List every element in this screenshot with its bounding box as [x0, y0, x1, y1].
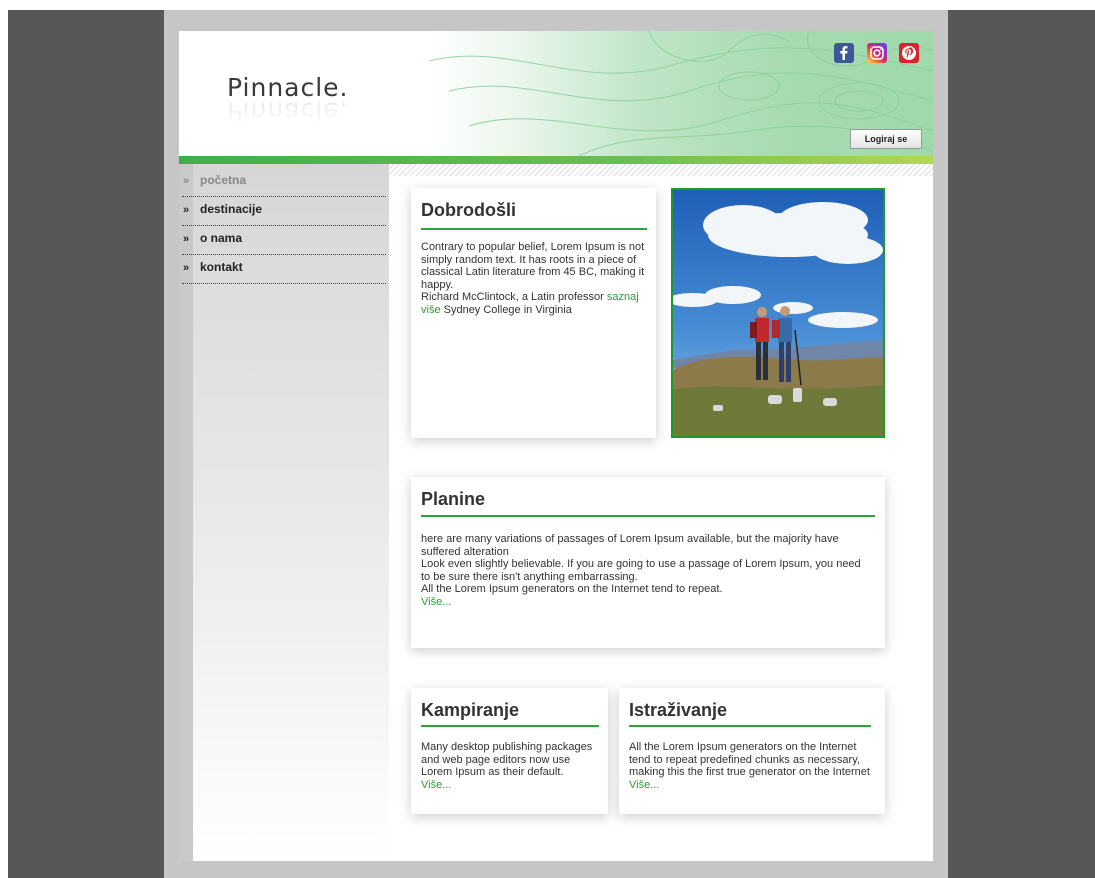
content-hatch-strip [389, 164, 933, 176]
planine-line-3: All the Lorem Ipsum generators on the In… [421, 583, 723, 595]
title-underline [421, 228, 647, 230]
title-underline [629, 725, 871, 727]
page-container: Pinnacle. Pinnacle. Logiraj se » početna [179, 31, 933, 861]
welcome-paragraph-2b: Sydney College in Virginia [440, 303, 572, 316]
planine-card: Planine here are many variations of pass… [411, 477, 885, 648]
kampiranje-text: Many desktop publishing packages and web… [421, 741, 603, 791]
nav-label: o nama [200, 231, 243, 245]
istrazivanje-paragraph: All the Lorem Ipsum generators on the In… [629, 741, 870, 778]
kampiranje-paragraph: Many desktop publishing packages and web… [421, 741, 593, 778]
title-underline [421, 725, 599, 727]
kampiranje-more-link[interactable]: Više... [421, 779, 451, 791]
planine-more-link[interactable]: Više... [421, 596, 451, 608]
nav-item-destinacije[interactable]: » destinacije [182, 197, 386, 226]
site-header: Pinnacle. Pinnacle. Logiraj se [179, 31, 933, 156]
istrazivanje-card: Istraživanje All the Lorem Ipsum generat… [619, 688, 885, 814]
istrazivanje-title: Istraživanje [629, 700, 728, 720]
welcome-paragraph-2a: Richard McClintock, a Latin professor [421, 291, 607, 303]
nav-arrow-icon: » [183, 262, 190, 274]
nav-item-pocetna[interactable]: » početna [182, 168, 386, 197]
planine-title: Planine [421, 489, 486, 509]
planine-text: here are many variations of passages of … [421, 533, 871, 608]
welcome-title: Dobrodošli [421, 200, 516, 220]
istrazivanje-more-link[interactable]: Više... [629, 779, 659, 791]
welcome-text: Contrary to popular belief, Lorem Ipsum … [421, 241, 651, 316]
title-underline [421, 515, 875, 517]
kampiranje-card: Kampiranje Many desktop publishing packa… [411, 688, 608, 814]
planine-line-2: Look even slightly believable. If you ar… [421, 558, 861, 583]
welcome-paragraph: Contrary to popular belief, Lorem Ipsum … [421, 241, 645, 291]
facebook-icon[interactable] [834, 43, 854, 63]
nav-arrow-icon: » [183, 233, 190, 245]
nav-label: početna [200, 173, 247, 187]
nav-label: kontakt [200, 260, 243, 274]
nav-item-o-nama[interactable]: » o nama [182, 226, 386, 255]
browser-viewport: Pinnacle. Pinnacle. Logiraj se » početna [8, 10, 1095, 878]
hikers-photo [671, 188, 885, 438]
main-nav: » početna » destinacije » o nama » konta… [182, 168, 386, 284]
nav-item-kontakt[interactable]: » kontakt [182, 255, 386, 284]
nav-label: destinacije [200, 202, 263, 216]
login-button[interactable]: Logiraj se [850, 129, 922, 149]
site-logo-reflection: Pinnacle. [227, 97, 349, 126]
instagram-icon[interactable] [867, 43, 887, 63]
pinterest-icon[interactable] [899, 43, 919, 63]
planine-line-1: here are many variations of passages of … [421, 533, 839, 558]
welcome-card: Dobrodošli Contrary to popular belief, L… [411, 188, 656, 438]
header-divider [179, 156, 933, 164]
nav-arrow-icon: » [183, 175, 190, 187]
kampiranje-title: Kampiranje [421, 700, 520, 720]
hikers-image [673, 190, 883, 436]
page-frame: Pinnacle. Pinnacle. Logiraj se » početna [164, 10, 948, 878]
sidebar: » početna » destinacije » o nama » konta… [179, 164, 389, 861]
istrazivanje-text: All the Lorem Ipsum generators on the In… [629, 741, 879, 791]
nav-arrow-icon: » [183, 204, 190, 216]
